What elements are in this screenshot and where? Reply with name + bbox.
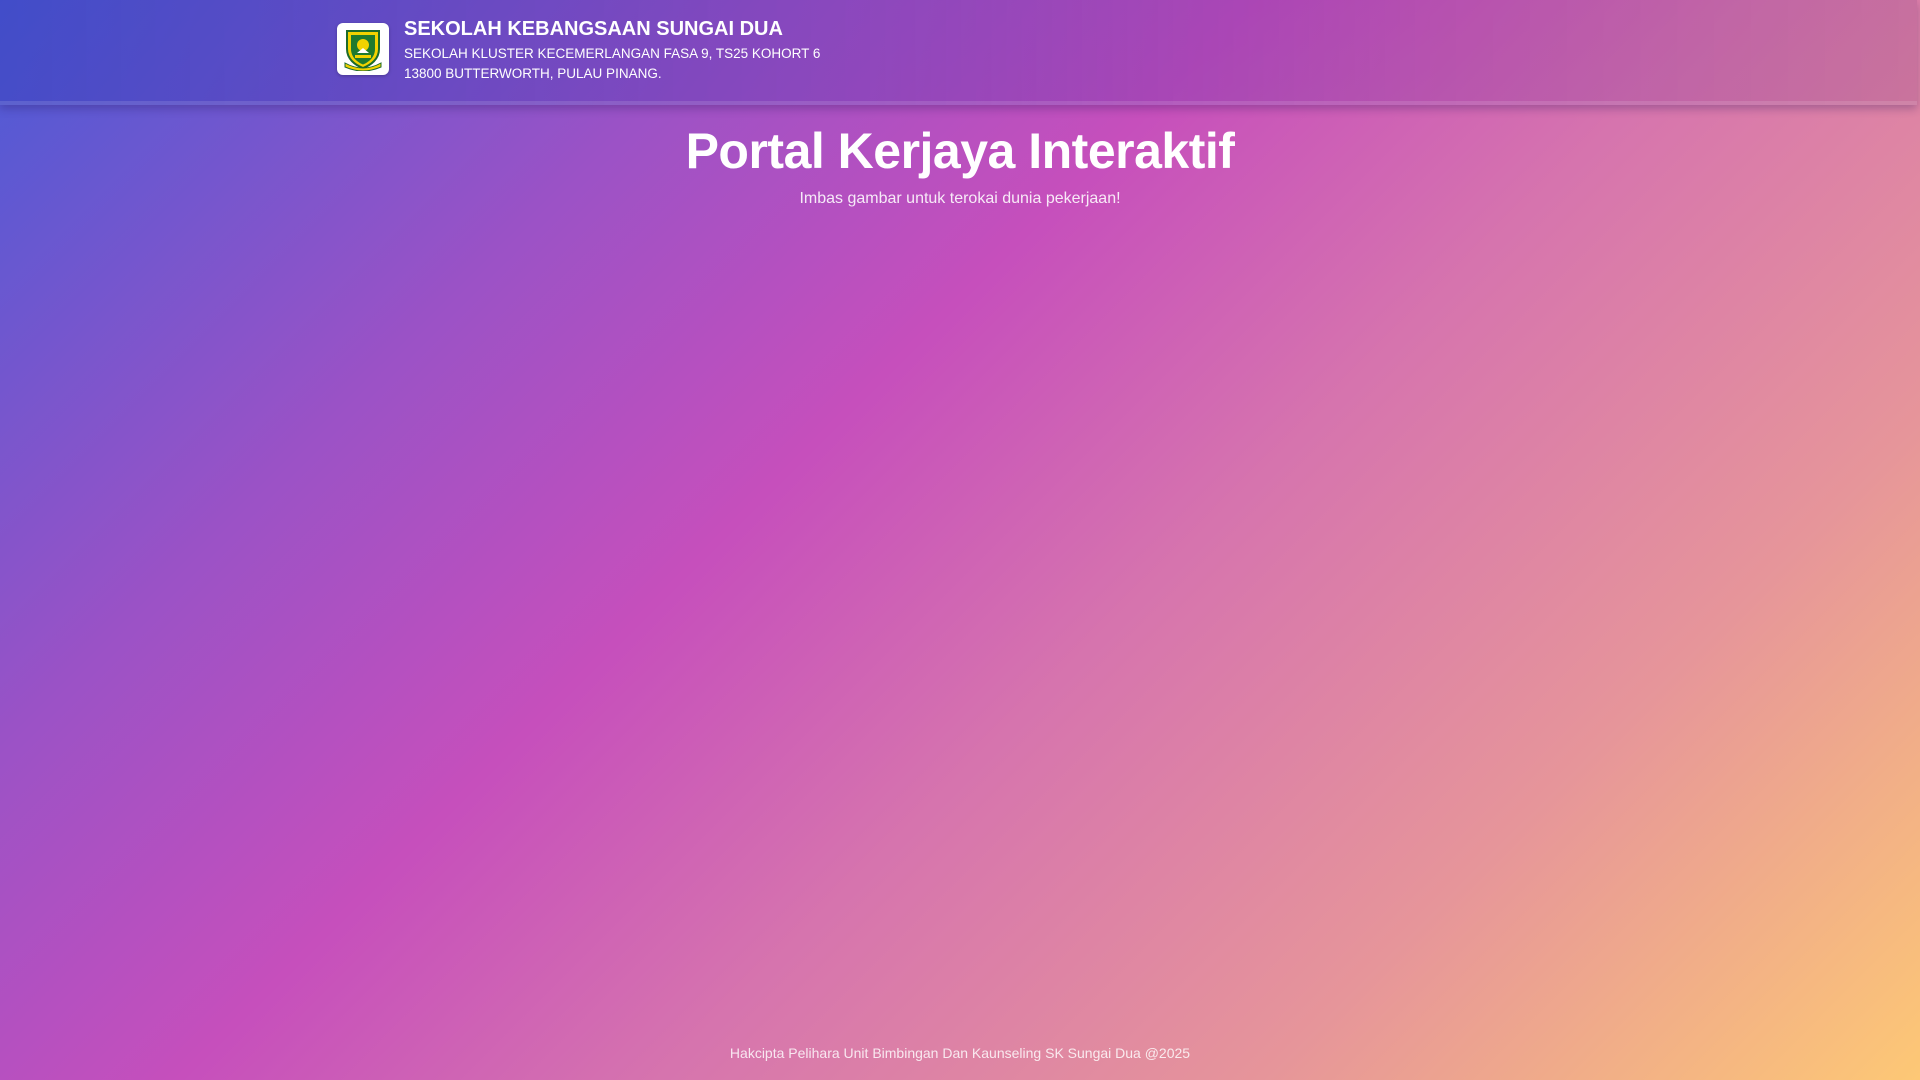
school-crest-graphic [344,30,382,71]
top-header-bar: SEKOLAH KEBANGSAAN SUNGAI DUA SEKOLAH KL… [0,0,1917,105]
school-address-line-2: 13800 BUTTERWORTH, PULAU PINANG. [404,66,662,81]
page-subtitle: Imbas gambar untuk terokai dunia pekerja… [799,190,1121,207]
school-name: SEKOLAH KEBANGSAAN SUNGAI DUA [404,18,783,40]
school-crest-icon [337,23,389,75]
footer-copyright: Hakcipta Pelihara Unit Bimbingan Dan Kau… [729,1045,1191,1061]
page-title: Portal Kerjaya Interaktif [685,123,1235,179]
school-address-line-1: SEKOLAH KLUSTER KECEMERLANGAN FASA 9, TS… [404,46,821,61]
